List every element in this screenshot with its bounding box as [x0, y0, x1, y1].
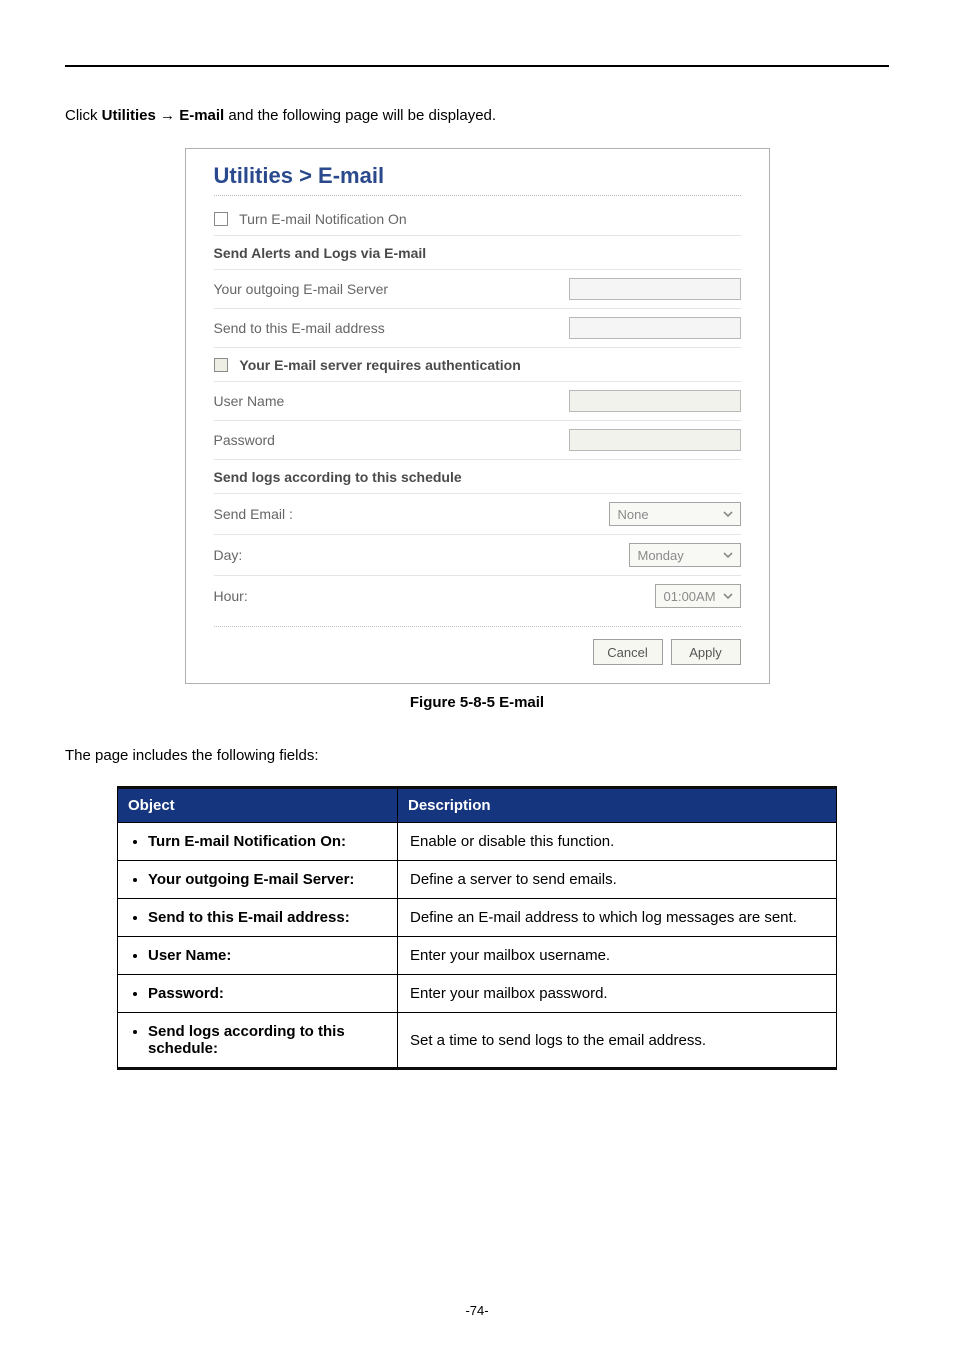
th-object: Object — [118, 788, 398, 823]
row-username: User Name — [214, 382, 741, 421]
row-outgoing: Your outgoing E-mail Server — [214, 270, 741, 309]
input-sendto[interactable] — [569, 317, 741, 339]
label-password: Password — [214, 432, 275, 448]
input-outgoing[interactable] — [569, 278, 741, 300]
checkbox-turn-on[interactable] — [214, 212, 228, 226]
table-row: Turn E-mail Notification On: Enable or d… — [118, 823, 837, 861]
select-day[interactable]: Monday — [629, 543, 741, 567]
table-row: User Name: Enter your mailbox username. — [118, 937, 837, 975]
page-number: -74- — [0, 1303, 954, 1318]
email-settings-panel: Utilities > E-mail Turn E-mail Notificat… — [185, 148, 770, 684]
table-row: Send logs according to this schedule: Se… — [118, 1013, 837, 1069]
section-alerts: Send Alerts and Logs via E-mail — [214, 245, 427, 261]
row-section2: Send logs according to this schedule — [214, 460, 741, 494]
row-hour: Hour: 01:00AM — [214, 576, 741, 616]
checkbox-auth[interactable] — [214, 358, 228, 372]
section-schedule: Send logs according to this schedule — [214, 469, 462, 485]
panel-title: Utilities > E-mail — [214, 163, 741, 196]
description-table: Object Description Turn E-mail Notificat… — [117, 786, 837, 1070]
select-day-value: Monday — [638, 548, 684, 563]
apply-button[interactable]: Apply — [671, 639, 741, 665]
row-password: Password — [214, 421, 741, 460]
chevron-down-icon — [722, 549, 734, 561]
chevron-down-icon — [722, 508, 734, 520]
select-hour-value: 01:00AM — [664, 589, 716, 604]
row-day: Day: Monday — [214, 535, 741, 576]
label-hour: Hour: — [214, 588, 248, 604]
obj-cell: Send logs according to this schedule: — [148, 1023, 385, 1057]
desc-cell: Define an E-mail address to which log me… — [398, 899, 837, 937]
fields-intro: The page includes the following fields: — [65, 747, 889, 764]
select-hour[interactable]: 01:00AM — [655, 584, 741, 608]
obj-cell: Your outgoing E-mail Server: — [148, 871, 385, 888]
obj-cell: Turn E-mail Notification On: — [148, 833, 385, 850]
desc-cell: Set a time to send logs to the email add… — [398, 1013, 837, 1069]
obj-cell: Password: — [148, 985, 385, 1002]
row-auth: Your E-mail server requires authenticati… — [214, 348, 741, 382]
table-row: Send to this E-mail address: Define an E… — [118, 899, 837, 937]
table-row: Your outgoing E-mail Server: Define a se… — [118, 861, 837, 899]
input-password[interactable] — [569, 429, 741, 451]
top-rule — [65, 65, 889, 67]
intro-bold-utilities: Utilities — [102, 107, 156, 124]
intro-arrow: → — [156, 107, 179, 124]
label-day: Day: — [214, 547, 243, 563]
intro-text: Click Utilities → E-mail and the followi… — [65, 107, 889, 124]
input-username[interactable] — [569, 390, 741, 412]
th-description: Description — [398, 788, 837, 823]
row-sendemail: Send Email : None — [214, 494, 741, 535]
chevron-down-icon — [722, 590, 734, 602]
button-row: Cancel Apply — [214, 626, 741, 665]
intro-suffix: and the following page will be displayed… — [224, 107, 496, 124]
select-sendemail[interactable]: None — [609, 502, 741, 526]
intro-bold-email: E-mail — [179, 107, 224, 124]
row-sendto: Send to this E-mail address — [214, 309, 741, 348]
desc-cell: Enter your mailbox username. — [398, 937, 837, 975]
figure-caption: Figure 5-8-5 E-mail — [65, 694, 889, 711]
table-row: Password: Enter your mailbox password. — [118, 975, 837, 1013]
obj-cell: Send to this E-mail address: — [148, 909, 385, 926]
label-username: User Name — [214, 393, 285, 409]
desc-cell: Enable or disable this function. — [398, 823, 837, 861]
row-turn-on: Turn E-mail Notification On — [214, 202, 741, 236]
cancel-button[interactable]: Cancel — [593, 639, 663, 665]
intro-prefix: Click — [65, 107, 102, 124]
label-turn-on: Turn E-mail Notification On — [239, 211, 407, 227]
label-outgoing: Your outgoing E-mail Server — [214, 281, 389, 297]
obj-cell: User Name: — [148, 947, 385, 964]
desc-cell: Define a server to send emails. — [398, 861, 837, 899]
label-sendemail: Send Email : — [214, 506, 293, 522]
label-auth: Your E-mail server requires authenticati… — [239, 357, 520, 373]
desc-cell: Enter your mailbox password. — [398, 975, 837, 1013]
label-sendto: Send to this E-mail address — [214, 320, 385, 336]
select-sendemail-value: None — [618, 507, 649, 522]
row-section1: Send Alerts and Logs via E-mail — [214, 236, 741, 270]
